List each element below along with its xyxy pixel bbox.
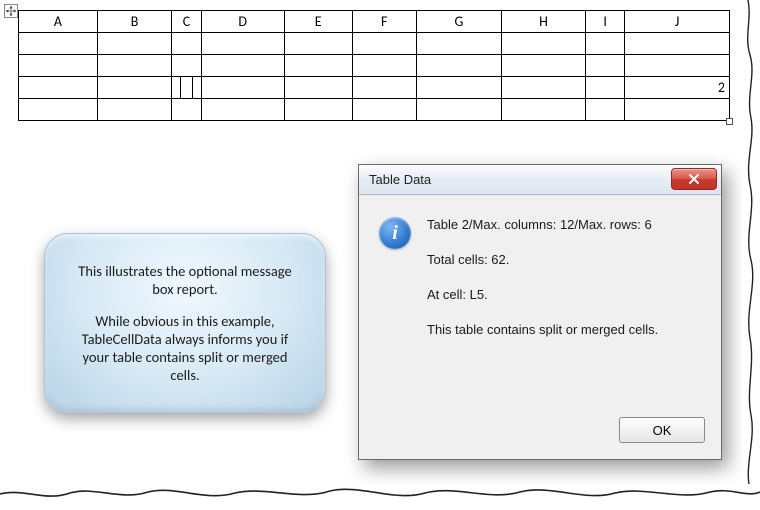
dialog-line: This table contains split or merged cell… <box>427 322 701 337</box>
col-header: H <box>501 11 585 33</box>
worksheet-table[interactable]: A B C D E F G H I J 2 <box>18 10 730 121</box>
col-header: B <box>97 11 172 33</box>
torn-edge-bottom <box>0 484 760 510</box>
table-header-row: A B C D E F G H I J <box>19 11 730 33</box>
close-icon <box>687 173 701 185</box>
col-header: G <box>416 11 501 33</box>
table-row[interactable]: 2 <box>19 77 730 99</box>
col-header: A <box>19 11 98 33</box>
col-header: D <box>201 11 284 33</box>
dialog-titlebar[interactable]: Table Data <box>359 165 721 195</box>
cell-value[interactable]: 2 <box>625 77 730 99</box>
close-button[interactable] <box>671 168 717 190</box>
table-data-dialog: Table Data i Table 2/Max. columns: 12/Ma… <box>358 164 722 460</box>
callout-text: While obvious in this example, TableCell… <box>67 312 303 384</box>
table-resize-handle[interactable] <box>726 118 733 125</box>
dialog-line: At cell: L5. <box>427 287 701 302</box>
dialog-line: Total cells: 62. <box>427 252 701 267</box>
col-header: E <box>284 11 352 33</box>
dialog-footer: OK <box>359 409 721 459</box>
dialog-body: i Table 2/Max. columns: 12/Max. rows: 6 … <box>359 195 721 409</box>
torn-edge-right <box>742 0 760 510</box>
col-header: J <box>625 11 730 33</box>
table-move-handle[interactable] <box>4 4 18 18</box>
table-row[interactable] <box>19 99 730 121</box>
info-callout: This illustrates the optional message bo… <box>44 233 326 413</box>
dialog-message: Table 2/Max. columns: 12/Max. rows: 6 To… <box>427 213 701 399</box>
col-header: I <box>586 11 625 33</box>
split-cell-part[interactable] <box>180 77 192 99</box>
table-row[interactable] <box>19 33 730 55</box>
ok-button[interactable]: OK <box>619 417 705 443</box>
callout-text: This illustrates the optional message bo… <box>67 262 303 298</box>
split-cell-part[interactable] <box>172 77 181 99</box>
dialog-title: Table Data <box>369 172 431 187</box>
dialog-line: Table 2/Max. columns: 12/Max. rows: 6 <box>427 217 701 232</box>
col-header: C <box>172 11 201 33</box>
col-header: F <box>352 11 416 33</box>
split-cell-part[interactable] <box>192 77 201 99</box>
table-row[interactable] <box>19 55 730 77</box>
document-canvas: A B C D E F G H I J 2 Th <box>0 0 760 510</box>
info-icon: i <box>379 217 411 249</box>
